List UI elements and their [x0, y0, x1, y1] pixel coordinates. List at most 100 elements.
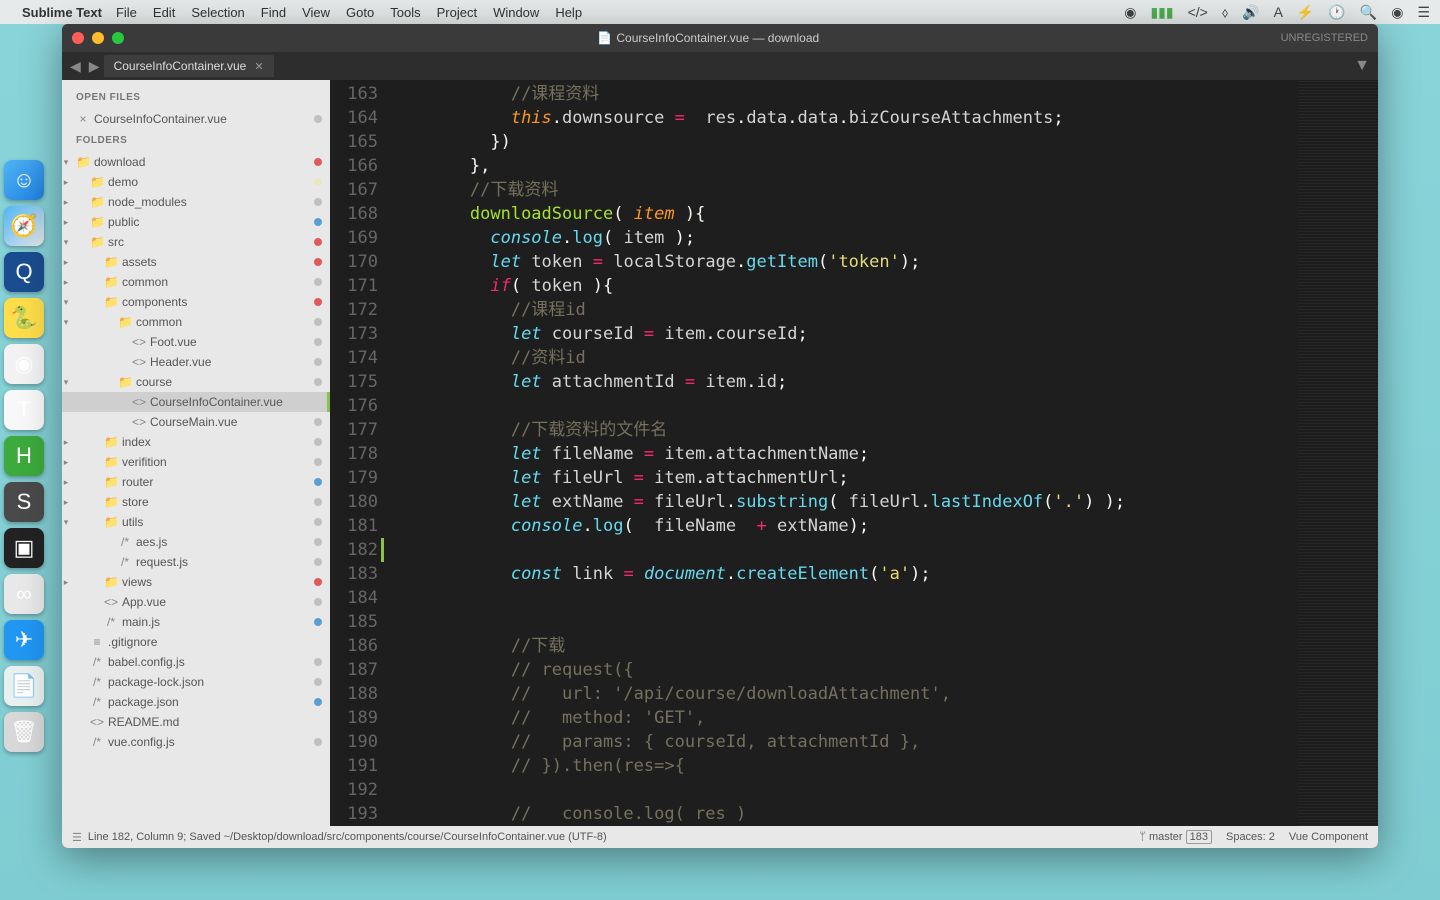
file-row[interactable]: <>App.vue	[62, 592, 330, 612]
code-line[interactable]	[388, 610, 1298, 634]
line-number[interactable]: 190	[330, 730, 378, 754]
folder-row[interactable]: ▾📁common	[62, 312, 330, 332]
line-number[interactable]: 175	[330, 370, 378, 394]
clock-icon[interactable]: 🕐	[1328, 4, 1345, 21]
code-line[interactable]: downloadSource( item ){	[388, 202, 1298, 226]
dock-notes-icon[interactable]: 📄	[4, 666, 44, 706]
disclosure-icon[interactable]: ▸	[62, 257, 70, 268]
file-row[interactable]: <>README.md	[62, 712, 330, 732]
code-line[interactable]: //课程资料	[388, 82, 1298, 106]
code-line[interactable]: this.downsource = res.data.data.bizCours…	[388, 106, 1298, 130]
disclosure-icon[interactable]: ▸	[62, 177, 70, 188]
dock-feishu-icon[interactable]: ✈	[4, 620, 44, 660]
line-number[interactable]: 169	[330, 226, 378, 250]
line-number[interactable]: 165	[330, 130, 378, 154]
folder-row[interactable]: ▸📁verifition	[62, 452, 330, 472]
disclosure-icon[interactable]: ▸	[62, 277, 70, 288]
disclosure-icon[interactable]: ▾	[62, 297, 70, 308]
menu-goto[interactable]: Goto	[346, 5, 374, 20]
folder-row[interactable]: ▸📁views	[62, 572, 330, 592]
menu-window[interactable]: Window	[493, 5, 539, 20]
dock-python-icon[interactable]: 🐍	[4, 298, 44, 338]
line-number[interactable]: 170	[330, 250, 378, 274]
code-line[interactable]: console.log( item );	[388, 226, 1298, 250]
line-number[interactable]: 182	[330, 538, 378, 562]
code-line[interactable]: //下载资料的文件名	[388, 418, 1298, 442]
dock-trash-icon[interactable]: 🗑	[4, 712, 44, 752]
code-line[interactable]: if( token ){	[388, 274, 1298, 298]
file-row[interactable]: /*vue.config.js	[62, 732, 330, 752]
line-number[interactable]: 177	[330, 418, 378, 442]
tab-close-icon[interactable]: ✕	[254, 60, 263, 73]
dock-quicktime-icon[interactable]: Q	[4, 252, 44, 292]
menu-icon[interactable]: ☰	[1417, 4, 1430, 21]
code-line[interactable]: let attachmentId = item.id;	[388, 370, 1298, 394]
app-name[interactable]: Sublime Text	[22, 5, 102, 20]
dock-hbuilder-icon[interactable]: H	[4, 436, 44, 476]
file-row[interactable]: <>CourseInfoContainer.vue	[62, 392, 330, 412]
line-number[interactable]: 178	[330, 442, 378, 466]
line-number[interactable]: 179	[330, 466, 378, 490]
disclosure-icon[interactable]: ▸	[62, 457, 70, 468]
code-line[interactable]: let courseId = item.courseId;	[388, 322, 1298, 346]
disclosure-icon[interactable]: ▸	[62, 497, 70, 508]
line-number[interactable]: 167	[330, 178, 378, 202]
tab-active[interactable]: CourseInfoContainer.vue ✕	[104, 55, 274, 77]
nav-back-icon[interactable]: ◀	[66, 58, 85, 75]
disclosure-icon[interactable]: ▸	[62, 477, 70, 488]
menu-edit[interactable]: Edit	[153, 5, 175, 20]
disclosure-icon[interactable]: ▾	[62, 377, 70, 388]
line-number[interactable]: 168	[330, 202, 378, 226]
volume-icon[interactable]: 🔊	[1242, 4, 1259, 21]
file-row[interactable]: <>Foot.vue	[62, 332, 330, 352]
line-number[interactable]: 191	[330, 754, 378, 778]
dock-app-icon[interactable]: ∞	[4, 574, 44, 614]
folder-row[interactable]: ▾📁download	[62, 152, 330, 172]
file-row[interactable]: /*request.js	[62, 552, 330, 572]
code-line[interactable]: // params: { courseId, attachmentId },	[388, 730, 1298, 754]
menu-tools[interactable]: Tools	[390, 5, 420, 20]
code-line[interactable]	[388, 394, 1298, 418]
folder-row[interactable]: ▸📁node_modules	[62, 192, 330, 212]
close-file-icon[interactable]: ×	[76, 112, 90, 126]
folder-row[interactable]: ▾📁utils	[62, 512, 330, 532]
dock-terminal-icon[interactable]: ▣	[4, 528, 44, 568]
line-number[interactable]: 181	[330, 514, 378, 538]
disclosure-icon[interactable]: ▾	[62, 317, 70, 328]
code-line[interactable]: },	[388, 154, 1298, 178]
code-line[interactable]: // url: '/api/course/downloadAttachment'…	[388, 682, 1298, 706]
dock-text-icon[interactable]: T	[4, 390, 44, 430]
file-row[interactable]: /*babel.config.js	[62, 652, 330, 672]
folder-row[interactable]: ▸📁router	[62, 472, 330, 492]
disclosure-icon[interactable]: ▸	[62, 437, 70, 448]
file-row[interactable]: <>CourseMain.vue	[62, 412, 330, 432]
code-line[interactable]: // method: 'GET',	[388, 706, 1298, 730]
line-number[interactable]: 174	[330, 346, 378, 370]
folder-row[interactable]: ▾📁src	[62, 232, 330, 252]
menu-view[interactable]: View	[302, 5, 330, 20]
sidebar[interactable]: OPEN FILES × CourseInfoContainer.vue FOL…	[62, 80, 330, 826]
search-icon[interactable]: 🔍	[1360, 4, 1377, 21]
code-line[interactable]: // }).then(res=>{	[388, 754, 1298, 778]
code-line[interactable]: })	[388, 130, 1298, 154]
folder-row[interactable]: ▸📁assets	[62, 252, 330, 272]
code-line[interactable]: // console.log( res )	[388, 802, 1298, 826]
line-number[interactable]: 193	[330, 802, 378, 826]
folder-row[interactable]: ▾📁course	[62, 372, 330, 392]
line-gutter[interactable]: 1631641651661671681691701711721731741751…	[330, 80, 388, 826]
disclosure-icon[interactable]: ▾	[62, 237, 70, 248]
disclosure-icon[interactable]: ▸	[62, 197, 70, 208]
file-row[interactable]: /*aes.js	[62, 532, 330, 552]
code-line[interactable]	[388, 538, 1298, 562]
code-line[interactable]	[388, 778, 1298, 802]
line-number[interactable]: 185	[330, 610, 378, 634]
code-editor[interactable]: 1631641651661671681691701711721731741751…	[330, 80, 1378, 826]
line-number[interactable]: 163	[330, 82, 378, 106]
dock-chrome-icon[interactable]: ◉	[4, 344, 44, 384]
signal-icon[interactable]: ▮▮▮	[1150, 4, 1173, 21]
open-file-row[interactable]: × CourseInfoContainer.vue	[62, 109, 330, 129]
menu-help[interactable]: Help	[555, 5, 582, 20]
code-area[interactable]: //课程资料 this.downsource = res.data.data.b…	[388, 80, 1298, 826]
menu-find[interactable]: Find	[261, 5, 286, 20]
code-line[interactable]: console.log( fileName + extName);	[388, 514, 1298, 538]
